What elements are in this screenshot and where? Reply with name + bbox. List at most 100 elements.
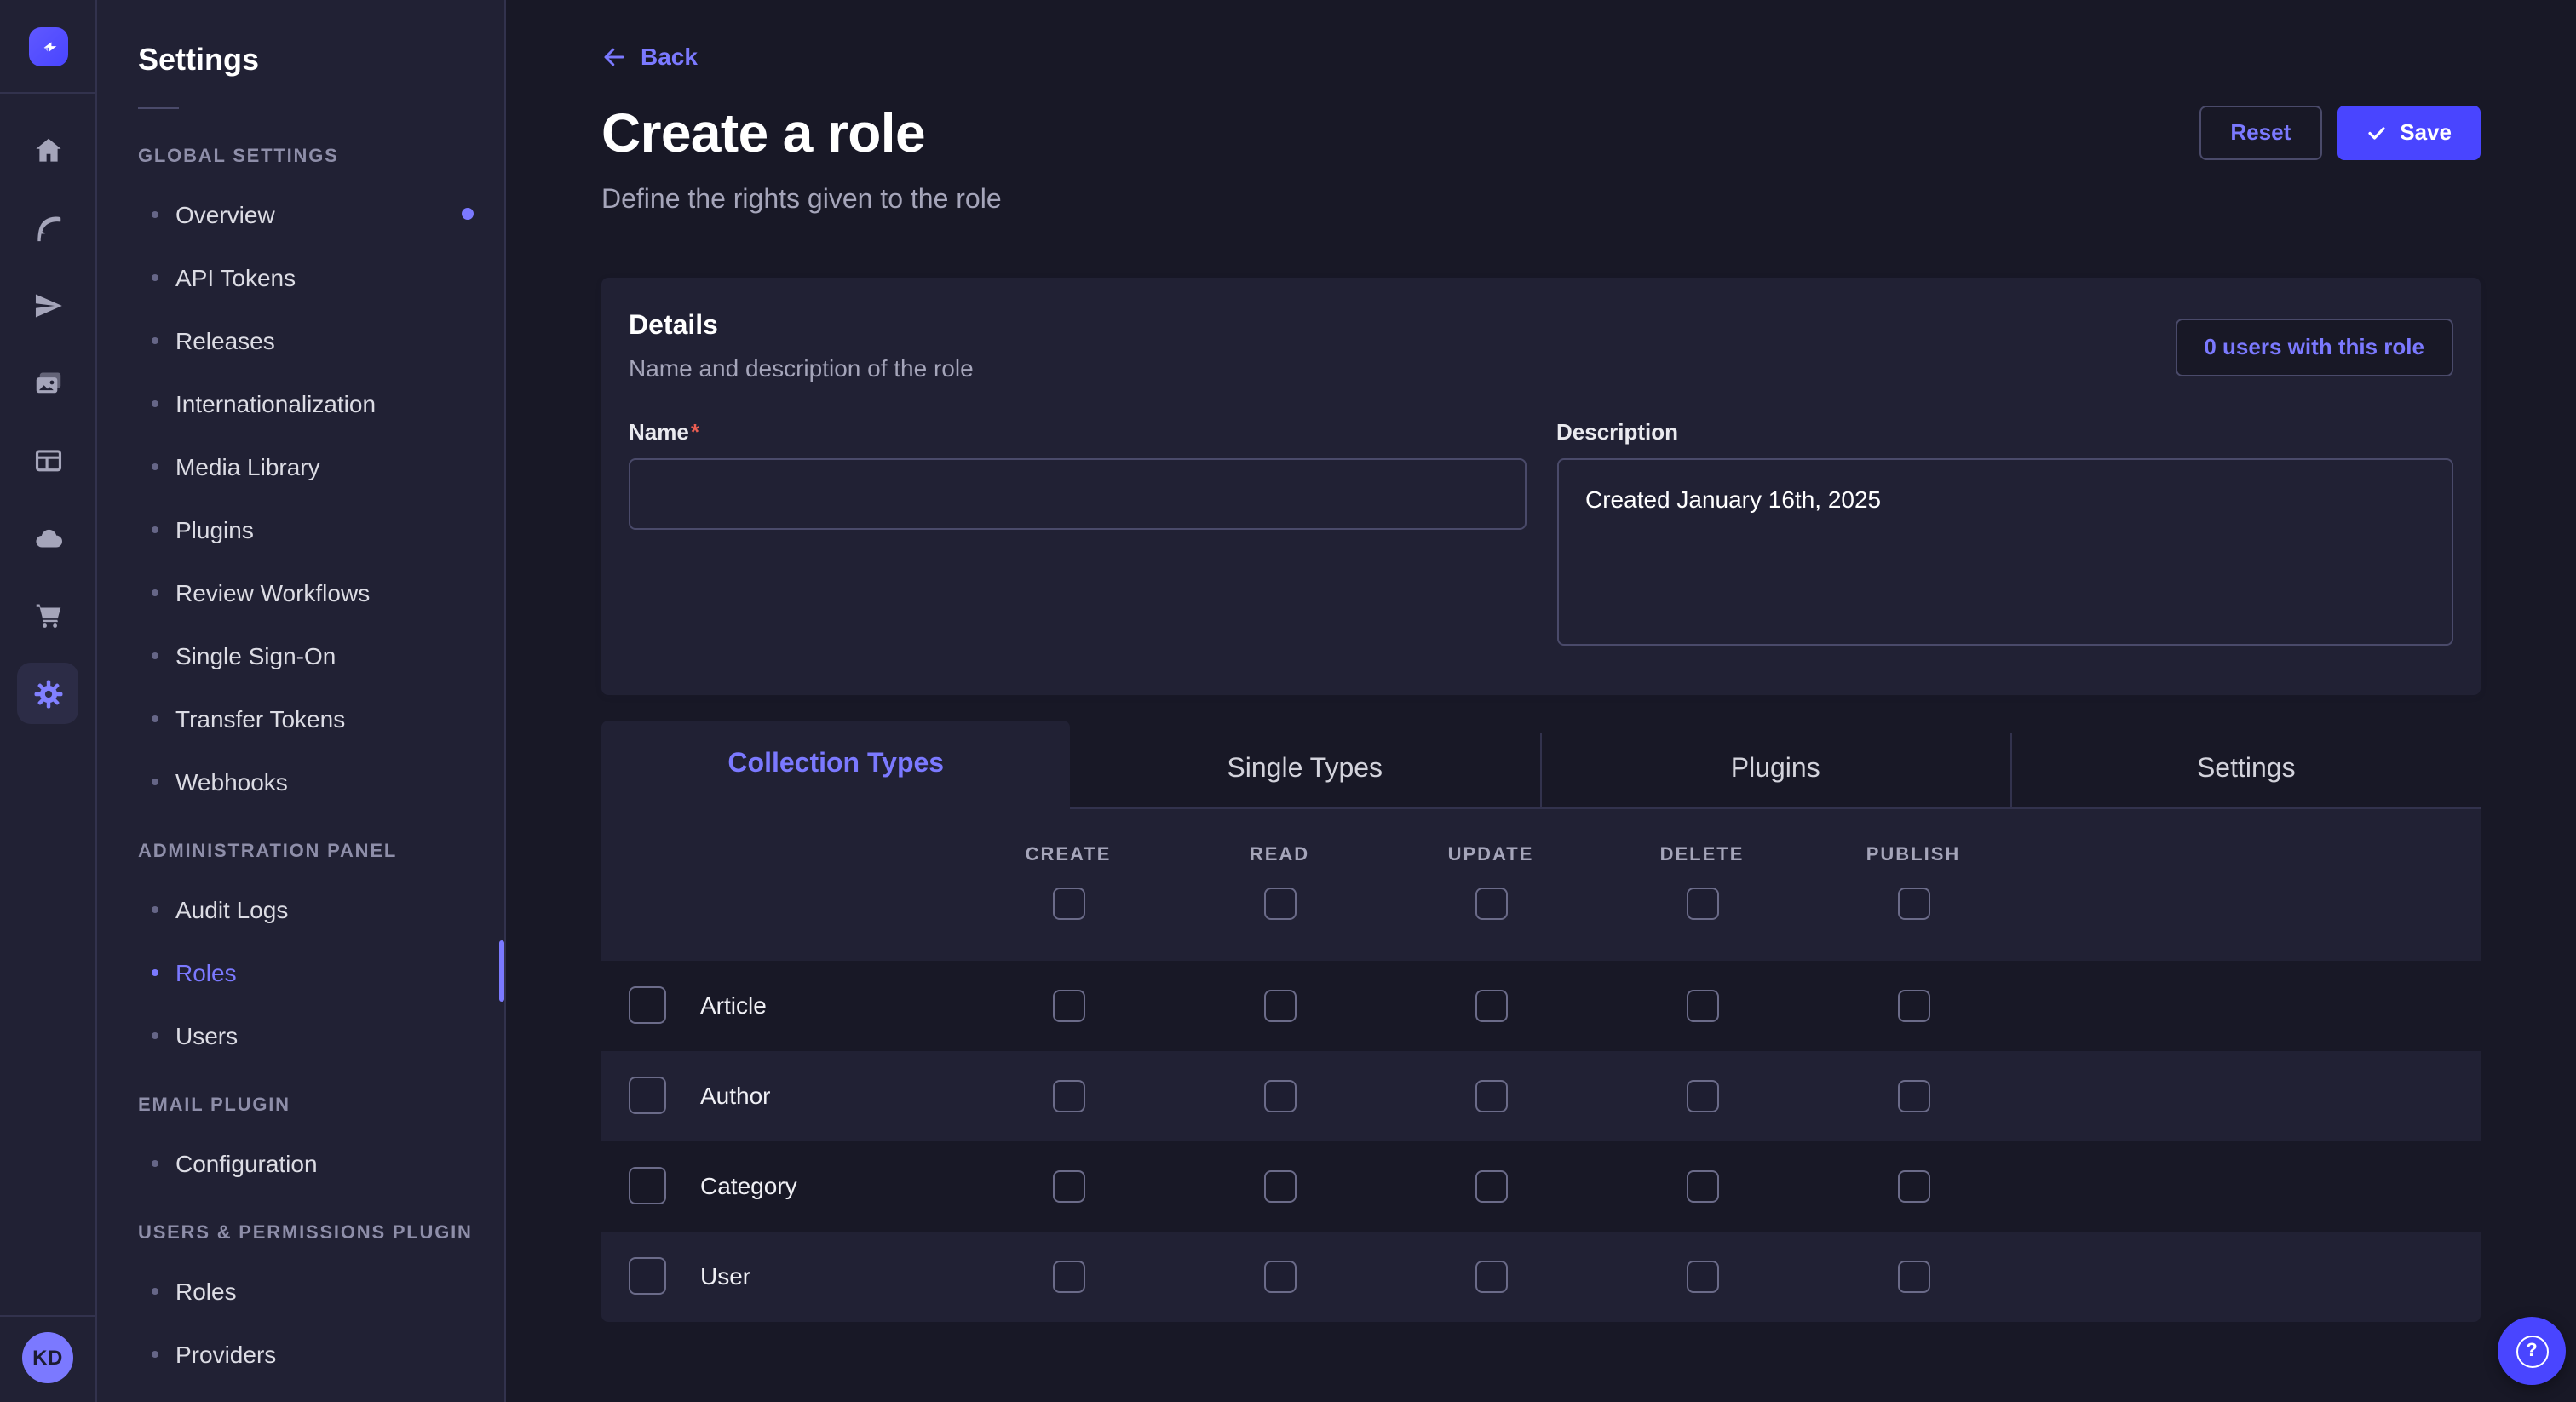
help-button[interactable]: ? (2498, 1317, 2566, 1385)
sidebar-item-single-sign-on[interactable]: Single Sign-On (97, 623, 504, 687)
sidebar-item-label: Review Workflows (175, 578, 370, 606)
article-delete-checkbox[interactable] (1686, 989, 1718, 1021)
tab-plugins[interactable]: Plugins (1539, 732, 2010, 808)
tab-label: Single Types (1227, 754, 1383, 784)
rail-item-feather-content[interactable] (0, 190, 96, 267)
author-create-checkbox[interactable] (1052, 1079, 1084, 1112)
rail-item-media-images[interactable] (0, 345, 96, 422)
description-label: Description (1556, 418, 2453, 444)
sidebar-item-configuration[interactable]: Configuration (97, 1131, 504, 1194)
cloud-icon (32, 523, 64, 555)
author-row-checkbox[interactable] (629, 1077, 666, 1114)
category-update-checkbox[interactable] (1475, 1169, 1507, 1202)
category-publish-checkbox[interactable] (1897, 1169, 1929, 1202)
user-create-checkbox[interactable] (1052, 1260, 1084, 1292)
user-update-checkbox[interactable] (1475, 1260, 1507, 1292)
sidebar-item-api-tokens[interactable]: API Tokens (97, 245, 504, 308)
select-all-create-checkbox[interactable] (1052, 887, 1084, 919)
question-mark-icon: ? (2516, 1335, 2548, 1367)
article-update-checkbox[interactable] (1475, 989, 1507, 1021)
name-input[interactable] (629, 457, 1526, 529)
rail-item-cart-marketplace[interactable] (0, 577, 96, 655)
select-all-update-checkbox[interactable] (1475, 887, 1507, 919)
select-all-publish-checkbox[interactable] (1897, 887, 1929, 919)
sidebar-item-providers[interactable]: Providers (97, 1322, 504, 1385)
sidebar-item-review-workflows[interactable]: Review Workflows (97, 560, 504, 623)
sidebar-item-users[interactable]: Users (97, 1003, 504, 1066)
strapi-logo[interactable] (28, 27, 67, 66)
sidebar-item-label: Plugins (175, 515, 254, 543)
rail-item-layout-panel[interactable] (0, 422, 96, 500)
header-lead-spacer (601, 844, 963, 960)
cell (1385, 1260, 1596, 1292)
select-all-delete-checkbox[interactable] (1686, 887, 1718, 919)
sidebar-item-roles[interactable]: Roles (97, 940, 504, 1003)
bullet-icon (152, 399, 158, 406)
tab-single-types[interactable]: Single Types (1071, 732, 1540, 808)
sidebar-item-plugins[interactable]: Plugins (97, 497, 504, 560)
avatar[interactable]: KD (22, 1332, 73, 1383)
reset-button[interactable]: Reset (2199, 105, 2321, 159)
sidebar-item-label: Releases (175, 326, 275, 353)
row-label: User (700, 1262, 750, 1290)
rail-item-cloud[interactable] (0, 500, 96, 577)
sidebar-item-media-library[interactable]: Media Library (97, 434, 504, 497)
sidebar-item-label: Audit Logs (175, 895, 288, 922)
back-link[interactable]: Back (601, 43, 698, 70)
settings-sidebar: Settings GLOBAL SETTINGSOverviewAPI Toke… (97, 0, 506, 1402)
user-read-checkbox[interactable] (1263, 1260, 1296, 1292)
category-row-checkbox[interactable] (629, 1167, 666, 1204)
page-title: Create a role (601, 101, 925, 164)
sidebar-item-releases[interactable]: Releases (97, 308, 504, 371)
author-delete-checkbox[interactable] (1686, 1079, 1718, 1112)
author-update-checkbox[interactable] (1475, 1079, 1507, 1112)
article-row-checkbox[interactable] (629, 986, 666, 1024)
sidebar-section-label: USERS & PERMISSIONS PLUGIN (138, 1223, 504, 1244)
user-publish-checkbox[interactable] (1897, 1260, 1929, 1292)
author-read-checkbox[interactable] (1263, 1079, 1296, 1112)
article-read-checkbox[interactable] (1263, 989, 1296, 1021)
save-button[interactable]: Save (2337, 105, 2481, 159)
category-delete-checkbox[interactable] (1686, 1169, 1718, 1202)
description-textarea[interactable]: Created January 16th, 2025 (1556, 457, 2453, 645)
rail-item-paper-plane[interactable] (0, 267, 96, 345)
gear-settings-active-bg (17, 664, 78, 725)
select-all-read-checkbox[interactable] (1263, 887, 1296, 919)
table-row-category: Category (601, 1141, 2481, 1231)
save-label: Save (2400, 119, 2452, 145)
bullet-icon (152, 652, 158, 658)
description-field-group: Description Created January 16th, 2025 (1556, 418, 2453, 653)
bullet-icon (152, 589, 158, 595)
cell (1596, 1079, 1808, 1112)
column-label: CREATE (1026, 844, 1112, 865)
tab-collection-types[interactable]: Collection Types (601, 720, 1071, 808)
category-read-checkbox[interactable] (1263, 1169, 1296, 1202)
sidebar-item-overview[interactable]: Overview (97, 182, 504, 245)
row-lead: Category (601, 1167, 963, 1204)
tab-settings[interactable]: Settings (2010, 732, 2481, 808)
sidebar-section-label: GLOBAL SETTINGS (138, 147, 504, 167)
bullet-icon (152, 1350, 158, 1357)
sidebar-item-label: API Tokens (175, 263, 296, 290)
sidebar-item-transfer-tokens[interactable]: Transfer Tokens (97, 687, 504, 750)
article-create-checkbox[interactable] (1052, 989, 1084, 1021)
category-create-checkbox[interactable] (1052, 1169, 1084, 1202)
user-row-checkbox[interactable] (629, 1257, 666, 1295)
cell (1174, 1169, 1385, 1202)
table-row-article: Article (601, 960, 2481, 1050)
main-nav-rail: KD (0, 0, 97, 1402)
author-publish-checkbox[interactable] (1897, 1079, 1929, 1112)
article-publish-checkbox[interactable] (1897, 989, 1929, 1021)
bullet-icon (152, 778, 158, 784)
details-card: Details Name and description of the role… (601, 277, 2481, 694)
sidebar-item-internationalization[interactable]: Internationalization (97, 371, 504, 434)
rail-item-home[interactable] (0, 112, 96, 190)
row-label: Article (700, 991, 767, 1019)
user-delete-checkbox[interactable] (1686, 1260, 1718, 1292)
sidebar-item-audit-logs[interactable]: Audit Logs (97, 877, 504, 940)
sidebar-item-roles[interactable]: Roles (97, 1259, 504, 1322)
active-indicator-bar (499, 940, 504, 1002)
users-with-role-button[interactable]: 0 users with this role (2175, 318, 2453, 376)
rail-item-gear-settings[interactable] (0, 655, 96, 733)
sidebar-item-webhooks[interactable]: Webhooks (97, 750, 504, 813)
